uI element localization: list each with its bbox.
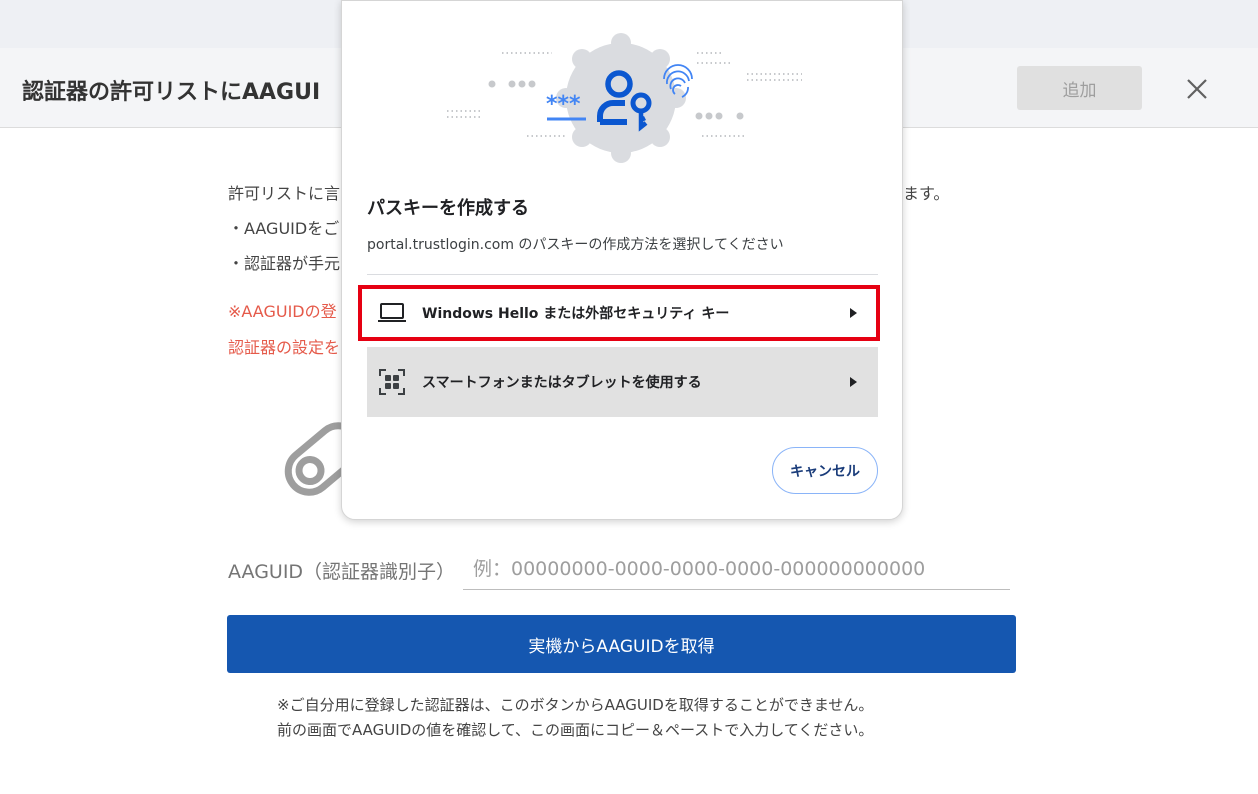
description-bullet: ・AAGUIDをご	[228, 219, 340, 238]
description-line-end: ます。	[903, 184, 950, 203]
dialog-title: パスキーを作成する	[367, 198, 529, 219]
dialog-subtitle: portal.trustlogin.com のパスキーの作成方法を選択してくださ…	[367, 237, 784, 253]
chevron-right-icon	[850, 377, 857, 387]
chevron-right-icon	[850, 308, 857, 318]
divider	[367, 274, 878, 275]
page-title: 認証器の許可リストにAAGUI	[22, 80, 321, 105]
add-button[interactable]: 追加	[1017, 66, 1142, 110]
aaguid-input[interactable]	[463, 548, 1010, 590]
note-line: 前の画面でAAGUIDの値を確認して、この画面にコピー＆ペーストで入力してくださ…	[277, 721, 874, 739]
laptop-icon	[378, 303, 406, 322]
warning-text: ※AAGUIDの登	[228, 302, 337, 321]
passkey-dialog: *** パスキーを作成する portal.trustlogin.com のパスキ…	[341, 0, 903, 520]
aaguid-label: AAGUID（認証器識別子）	[228, 561, 456, 583]
option-smartphone[interactable]: スマートフォンまたはタブレットを使用する	[367, 347, 878, 417]
description-bullet: ・認証器が手元	[228, 254, 341, 273]
password-mask-text: ***	[546, 92, 581, 117]
option-label: スマートフォンまたはタブレットを使用する	[422, 375, 702, 391]
passkey-hero-illustration: ***	[447, 33, 802, 163]
fetch-aaguid-button[interactable]: 実機からAAGUIDを取得	[227, 615, 1016, 673]
description-line: 許可リストに言	[228, 184, 341, 203]
warning-text: 認証器の設定を	[228, 338, 341, 357]
qr-code-icon	[379, 369, 405, 395]
note-line: ※ご自分用に登録した認証器は、このボタンからAAGUIDを取得することができませ…	[277, 696, 874, 714]
cancel-button[interactable]: キャンセル	[772, 447, 878, 494]
option-label: Windows Hello または外部セキュリティ キー	[422, 306, 730, 322]
close-icon[interactable]	[1183, 75, 1211, 103]
option-windows-hello[interactable]: Windows Hello または外部セキュリティ キー	[367, 278, 878, 348]
